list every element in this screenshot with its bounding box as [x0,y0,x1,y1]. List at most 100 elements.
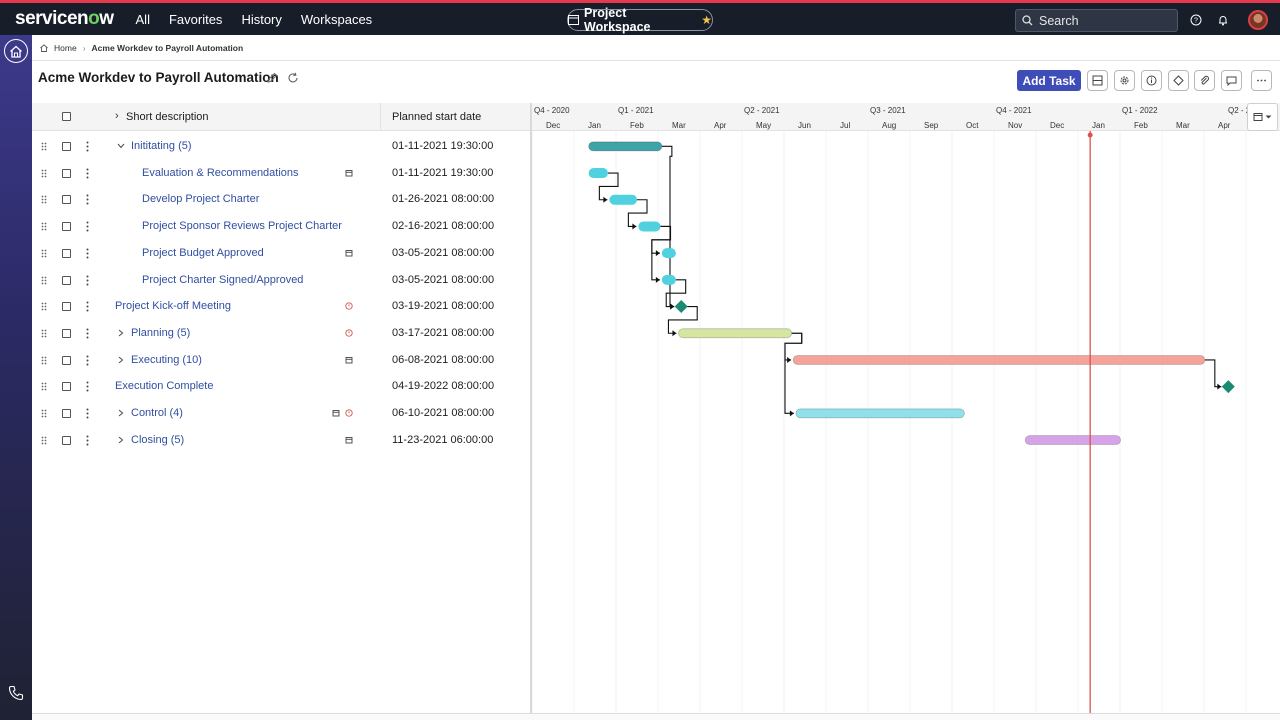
table-row[interactable]: Project Budget Approved 03-05-2021 08:00:… [32,240,530,267]
global-search[interactable]: Search [1015,9,1178,32]
summary-task-bar[interactable] [792,355,1206,365]
chevron-right-icon[interactable] [118,436,124,444]
layout-toggle-icon[interactable] [1087,70,1108,91]
task-name-link[interactable]: Project Sponsor Reviews Project Charter [142,220,342,232]
column-header-planned-start[interactable]: Planned start date [392,111,481,123]
table-row[interactable]: Executing (10) 06-08-2021 08:00:00 [32,347,530,374]
table-row[interactable]: Project Kick-off Meeting 03-19-2021 08:00… [32,293,530,320]
task-name-link[interactable]: Project Budget Approved [142,247,264,259]
summary-task-bar[interactable] [588,141,663,152]
chevron-right-icon[interactable] [118,329,124,337]
comment-bubble-icon[interactable] [1221,70,1242,91]
help-icon[interactable]: ? [1188,12,1204,28]
task-bar[interactable] [638,221,661,232]
drag-handle-icon[interactable] [41,222,47,231]
home-icon[interactable] [4,39,28,63]
task-name-link[interactable]: Execution Complete [115,380,213,392]
row-menu-icon[interactable] [86,301,89,312]
drag-handle-icon[interactable] [41,142,47,151]
edit-pencil-icon[interactable] [266,71,278,83]
row-checkbox[interactable] [62,382,71,392]
table-row[interactable]: Planning (5) 03-17-2021 08:00:00 [32,320,530,347]
table-row[interactable]: Closing (5) 11-23-2021 06:00:00 [32,427,530,454]
drag-handle-icon[interactable] [41,356,47,365]
row-checkbox[interactable] [62,222,71,232]
drag-handle-icon[interactable] [41,302,47,311]
summary-task-bar[interactable] [1024,435,1121,445]
row-checkbox[interactable] [62,248,71,258]
table-row[interactable]: Develop Project Charter 01-26-2021 08:00:… [32,186,530,213]
table-row[interactable]: Control (4) 06-10-2021 08:00:00 [32,400,530,427]
row-menu-icon[interactable] [86,328,89,339]
drag-handle-icon[interactable] [41,329,47,338]
drag-handle-icon[interactable] [41,436,47,445]
row-checkbox[interactable] [62,168,71,178]
horizontal-scrollbar[interactable] [32,713,1280,720]
row-menu-icon[interactable] [86,221,89,232]
today-marker[interactable] [1087,132,1093,138]
diamond-milestone-icon[interactable] [1168,70,1189,91]
row-menu-icon[interactable] [86,408,89,419]
nav-workspaces[interactable]: Workspaces [301,12,372,27]
row-menu-icon[interactable] [86,275,89,286]
more-options-icon[interactable] [1251,70,1272,91]
column-header-short-description[interactable]: Short description [126,111,209,123]
task-name-link[interactable]: Inititating (5) [131,140,192,152]
milestone-diamond[interactable] [674,300,688,314]
drag-handle-icon[interactable] [41,276,47,285]
drag-handle-icon[interactable] [41,195,47,204]
table-row[interactable]: Project Charter Signed/Approved 03-05-202… [32,267,530,294]
row-checkbox[interactable] [62,409,71,418]
home-small-icon[interactable] [40,43,48,52]
nav-all[interactable]: All [136,12,150,27]
chevron-right-icon[interactable] [118,409,124,417]
notifications-bell-icon[interactable] [1215,12,1231,28]
select-all-checkbox[interactable] [62,112,71,121]
drag-handle-icon[interactable] [41,249,47,258]
row-menu-icon[interactable] [86,141,89,152]
info-icon[interactable] [1141,70,1162,91]
timescale-dropdown[interactable] [1247,103,1278,131]
task-name-link[interactable]: Planning (5) [131,327,190,339]
table-row[interactable]: Inititating (5) 01-11-2021 19:30:00 [32,133,530,160]
row-menu-icon[interactable] [86,194,89,205]
phone-icon[interactable] [8,685,24,701]
expand-all-chevron-icon[interactable]: › [115,110,119,122]
task-name-link[interactable]: Control (4) [131,407,183,419]
row-checkbox[interactable] [62,328,71,338]
drag-handle-icon[interactable] [41,409,47,418]
servicenow-logo[interactable]: servicenow [15,8,114,30]
row-checkbox[interactable] [62,302,71,312]
milestone-diamond[interactable] [1221,380,1235,394]
task-name-link[interactable]: Project Charter Signed/Approved [142,274,303,286]
user-avatar[interactable] [1248,10,1268,30]
favorite-star-icon[interactable]: ★ [701,13,712,27]
drag-handle-icon[interactable] [41,169,47,178]
refresh-icon[interactable] [287,71,299,83]
task-name-link[interactable]: Evaluation & Recommendations [142,167,299,179]
row-menu-icon[interactable] [86,435,89,446]
row-checkbox[interactable] [62,195,71,205]
task-bar[interactable] [661,274,676,285]
row-menu-icon[interactable] [86,248,89,259]
row-checkbox[interactable] [62,355,71,365]
nav-history[interactable]: History [241,12,281,27]
settings-gear-icon[interactable] [1114,70,1135,91]
table-row[interactable]: Evaluation & Recommendations 01-11-2021 1… [32,160,530,187]
chevron-right-icon[interactable] [118,356,124,364]
row-menu-icon[interactable] [86,355,89,366]
chevron-down-icon[interactable] [117,143,125,149]
task-name-link[interactable]: Closing (5) [131,434,184,446]
task-name-link[interactable]: Executing (10) [131,354,202,366]
task-name-link[interactable]: Project Kick-off Meeting [115,300,231,312]
row-checkbox[interactable] [62,435,71,445]
task-bar[interactable] [609,194,637,205]
attachment-paperclip-icon[interactable] [1194,70,1215,91]
table-row[interactable]: Execution Complete 04-19-2022 08:00:00 [32,373,530,400]
row-menu-icon[interactable] [86,381,89,392]
task-name-link[interactable]: Develop Project Charter [142,193,259,205]
add-task-button[interactable]: Add Task [1017,70,1081,91]
row-checkbox[interactable] [62,142,71,151]
drag-handle-icon[interactable] [41,382,47,391]
workspace-pill[interactable]: Project Workspace ★ [567,6,713,34]
